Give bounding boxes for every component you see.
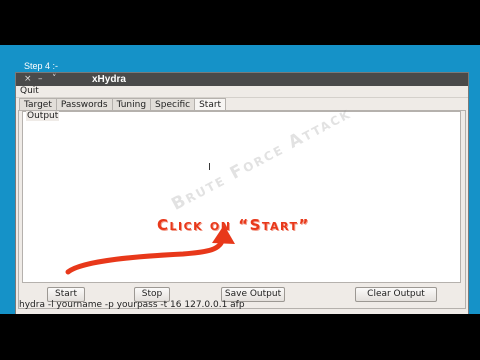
menubar: Quit <box>16 86 468 98</box>
minimize-icon[interactable]: – <box>38 73 43 86</box>
xhydra-window: × – ˅ xHydra Quit Target Passwords Tuning S… <box>15 72 469 314</box>
clear-output-button[interactable]: Clear Output <box>355 287 437 302</box>
window-title: xHydra <box>92 74 126 85</box>
presentation-slide: Step 4 :- × – ˅ xHydra Quit Target Passwo… <box>0 45 480 314</box>
output-area[interactable]: Output I Brute Force Attack Click on “St… <box>22 103 461 283</box>
maximize-icon[interactable]: ˅ <box>52 73 57 86</box>
menu-quit[interactable]: Quit <box>20 86 39 96</box>
start-tab-panel: Output I Brute Force Attack Click on “St… <box>18 103 466 309</box>
close-icon[interactable]: × <box>24 73 32 86</box>
command-line-preview: hydra -l yourname -p yourpass -t 16 127.… <box>19 300 245 310</box>
window-titlebar: × – ˅ xHydra <box>16 73 468 86</box>
annotation-arrow <box>65 225 235 275</box>
step-label: Step 4 :- <box>24 61 59 71</box>
tab-bar: Target Passwords Tuning Specific Start <box>19 98 227 111</box>
